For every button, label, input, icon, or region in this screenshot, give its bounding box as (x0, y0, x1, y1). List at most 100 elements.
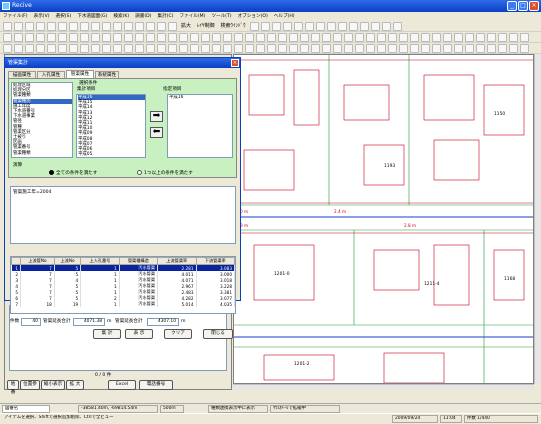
toolbar-icon[interactable] (278, 33, 287, 42)
toolbar-icon[interactable] (201, 44, 210, 53)
toolbar-icon[interactable] (366, 44, 375, 53)
radio-any[interactable]: 1つ以上の条件を満たす (137, 170, 193, 177)
clear-button[interactable]: クリア (164, 329, 192, 339)
toolbar-icon[interactable] (476, 33, 485, 42)
toolbar-icon[interactable] (190, 33, 199, 42)
toolbar-icon[interactable] (388, 33, 397, 42)
toolbar-icon[interactable] (271, 22, 281, 31)
toolbar-icon[interactable] (293, 22, 303, 31)
map-horizontal-scrollbar[interactable] (233, 384, 534, 390)
toolbar-icon[interactable] (201, 33, 210, 42)
drawing-name-combo[interactable]: 図番名 (2, 405, 50, 413)
toolbar-icon[interactable] (410, 33, 419, 42)
toolbar-icon[interactable] (179, 44, 188, 53)
toolbar-icon[interactable] (113, 33, 122, 42)
toolbar-icon[interactable] (289, 33, 298, 42)
remove-arrow-button[interactable]: ⬅ (150, 127, 163, 138)
toolbar-icon[interactable] (282, 22, 292, 31)
toolbar-icon[interactable] (443, 33, 452, 42)
toolbar-icon[interactable] (465, 44, 474, 53)
toolbar-icon[interactable] (421, 44, 430, 53)
toolbar-icon[interactable] (260, 22, 270, 31)
selected-list[interactable]: 平成16 (167, 94, 233, 158)
toolbar-icon[interactable] (278, 44, 287, 53)
toolbar-icon[interactable] (25, 44, 34, 53)
toolbar-text-button[interactable]: 拡大 (179, 22, 193, 31)
toolbar-icon[interactable] (58, 44, 67, 53)
list-item[interactable]: 平成05 (78, 152, 145, 157)
toolbar-icon[interactable] (168, 33, 177, 42)
grid-column-header[interactable]: 上流No (53, 257, 82, 265)
toolbar-icon[interactable] (337, 22, 347, 31)
table-row[interactable]: 7 18 19 1 汚水管渠 5.014 4.035 (11, 301, 235, 307)
toolbar-icon[interactable] (135, 33, 144, 42)
maximize-button[interactable]: □ (518, 1, 528, 11)
toolbar-icon[interactable] (344, 33, 353, 42)
toolbar-icon[interactable] (381, 22, 391, 31)
toolbar-icon[interactable] (69, 44, 78, 53)
toolbar-icon[interactable] (58, 22, 67, 31)
toolbar-icon[interactable] (454, 33, 463, 42)
menu-item[interactable]: 調書(D) (132, 12, 154, 21)
toolbar-icon[interactable] (234, 44, 243, 53)
toolbar-icon[interactable] (168, 22, 177, 31)
toolbar-icon[interactable] (311, 33, 320, 42)
toolbar-icon[interactable] (377, 33, 386, 42)
toolbar-icon[interactable] (256, 44, 265, 53)
close-dialog-button[interactable]: 閉じる (203, 329, 233, 339)
display-button[interactable]: 表 示 (125, 329, 153, 339)
map-vertical-scrollbar[interactable] (534, 54, 541, 384)
toolbar-icon[interactable] (245, 33, 254, 42)
toolbar-text-button[interactable]: ﾚｲﾔ制御 (195, 22, 217, 31)
enlarge-button[interactable]: 拡 大 (66, 380, 84, 390)
toolbar-icon[interactable] (300, 33, 309, 42)
menu-item[interactable]: ファイル(F) (0, 12, 31, 21)
toolbar-icon[interactable] (223, 33, 232, 42)
toolbar-icon[interactable] (304, 22, 314, 31)
toolbar-icon[interactable] (399, 33, 408, 42)
toolbar-icon[interactable] (25, 33, 34, 42)
toolbar-icon[interactable] (212, 44, 221, 53)
toolbar-icon[interactable] (3, 44, 12, 53)
grid-column-header[interactable]: 管渠種構造 (118, 257, 159, 265)
radio-all-button[interactable] (49, 170, 54, 175)
lot-button[interactable]: 地 番 (7, 380, 19, 395)
toolbar-icon[interactable] (245, 44, 254, 53)
toolbar-icon[interactable] (80, 44, 89, 53)
menu-item[interactable]: 検索(K) (110, 12, 132, 21)
toolbar-icon[interactable] (498, 33, 507, 42)
toolbar-icon[interactable] (223, 44, 232, 53)
add-arrow-button[interactable]: ➡ (150, 111, 163, 122)
toolbar-icon[interactable] (249, 22, 259, 31)
toolbar-icon[interactable] (454, 44, 463, 53)
toolbar-icon[interactable] (432, 33, 441, 42)
toolbar-icon[interactable] (487, 33, 496, 42)
toolbar-icon[interactable] (333, 33, 342, 42)
toolbar-icon[interactable] (509, 33, 518, 42)
toolbar-icon[interactable] (355, 44, 364, 53)
toolbar-icon[interactable] (399, 44, 408, 53)
toolbar-icon[interactable] (465, 33, 474, 42)
toolbar-icon[interactable] (326, 22, 336, 31)
grid-column-header[interactable] (11, 257, 22, 265)
menu-item[interactable]: 下水道図面(G) (74, 12, 110, 21)
toolbar-icon[interactable] (377, 44, 386, 53)
toolbar-icon[interactable] (212, 33, 221, 42)
toolbar-text-button[interactable]: 検索ｳｲﾝﾄﾞｳ (219, 22, 248, 31)
attribute-list[interactable]: 処理区域 処理分区 管渠種類 管渠種別 施工年度 下水道番号 下水道事業 管径 管種 管渠区分 土被… (11, 82, 73, 158)
toolbar-icon[interactable] (355, 33, 364, 42)
toolbar-icon[interactable] (102, 33, 111, 42)
toolbar-icon[interactable] (36, 33, 45, 42)
toolbar-icon[interactable] (102, 44, 111, 53)
toolbar-icon[interactable] (135, 44, 144, 53)
toolbar-icon[interactable] (520, 44, 529, 53)
toolbar-icon[interactable] (58, 33, 67, 42)
radio-all[interactable]: 全ての条件を満たす (49, 170, 97, 177)
condition-text-box[interactable]: 管渠施工年=2004 (10, 186, 236, 244)
toolbar-icon[interactable] (509, 44, 518, 53)
toolbar-icon[interactable] (388, 44, 397, 53)
toolbar-icon[interactable] (91, 22, 100, 31)
toolbar-icon[interactable] (69, 33, 78, 42)
toolbar-icon[interactable] (146, 22, 155, 31)
position-button[interactable]: 位置参 (20, 380, 40, 390)
